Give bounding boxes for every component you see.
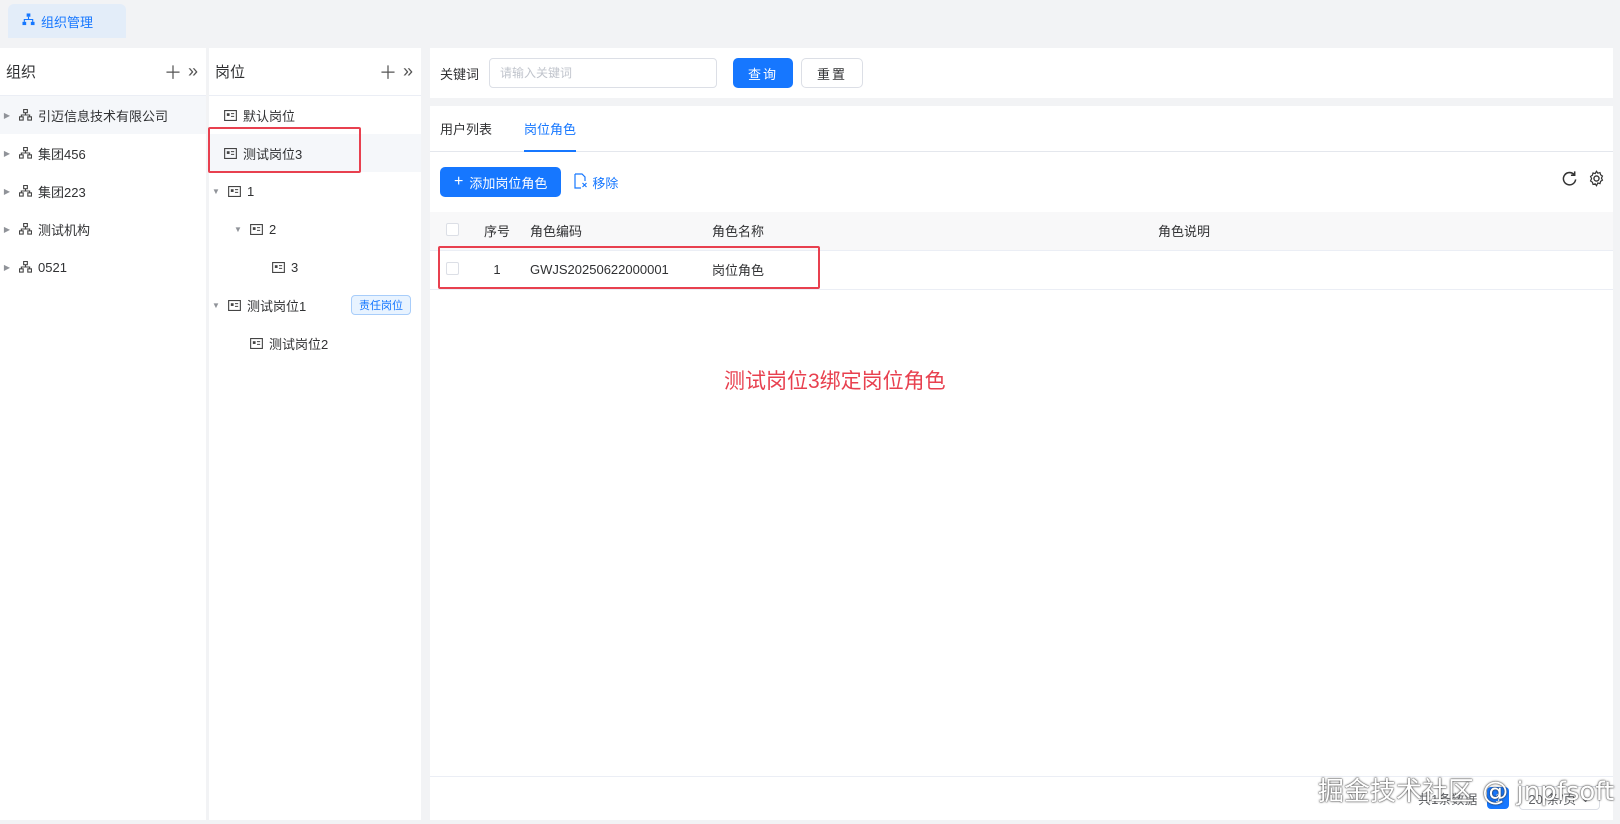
post-tree-node[interactable]: 3 xyxy=(209,248,421,286)
remove-button[interactable]: 移除 xyxy=(573,172,619,192)
cell-role-desc xyxy=(1158,250,1613,290)
col-header-name: 角色名称 xyxy=(712,212,1158,251)
org-tree-label: 测试机构 xyxy=(38,222,91,238)
org-tree-label: 0521 xyxy=(38,259,67,275)
add-org-icon[interactable]: ＋ xyxy=(164,59,182,85)
org-tree-node[interactable]: ▶ 0521 xyxy=(0,248,206,286)
org-tree-label: 集团223 xyxy=(38,184,86,200)
watermark-text: 掘金技术社区 @ jnpfsoft xyxy=(1318,777,1615,807)
post-tree-label: 3 xyxy=(291,259,299,275)
annotation-box-row xyxy=(438,246,820,289)
org-tree-node[interactable]: ▶ 引迈信息技术有限公司 xyxy=(0,96,206,134)
org-tree-node[interactable]: ▶ 测试机构 xyxy=(0,210,206,248)
plus-icon: + xyxy=(454,173,464,190)
post-panel-header: 岗位 ＋ » xyxy=(209,48,421,96)
post-tree-node[interactable]: ▼ 2 xyxy=(209,210,421,248)
caret-right-icon[interactable]: ▶ xyxy=(0,149,14,158)
search-bar: 关键词 查询 重置 xyxy=(430,48,1613,98)
settings-gear-icon[interactable] xyxy=(1588,170,1605,190)
id-card-icon xyxy=(271,260,285,274)
remove-doc-icon xyxy=(573,172,588,192)
col-header-desc: 角色说明 xyxy=(1158,212,1613,251)
post-tree-node[interactable]: ▼ 1 xyxy=(209,172,421,210)
org-chart-icon xyxy=(18,222,32,236)
post-tree-node[interactable]: ▼ 测试岗位1 责任岗位 xyxy=(209,286,421,324)
org-chart-icon xyxy=(22,13,35,29)
col-header-code: 角色编码 xyxy=(518,212,712,251)
responsibility-post-tag: 责任岗位 xyxy=(351,295,411,315)
id-card-icon xyxy=(249,336,263,350)
tab-bar: 用户列表 岗位角色 xyxy=(430,106,1613,152)
org-tree-label: 集团456 xyxy=(38,146,86,162)
expand-double-chevron-icon[interactable]: » xyxy=(188,61,198,82)
post-tree-label: 1 xyxy=(247,183,255,199)
expand-double-chevron-icon[interactable]: » xyxy=(403,61,413,82)
add-post-role-label: 添加岗位角色 xyxy=(469,175,548,191)
post-tree-label: 默认岗位 xyxy=(243,108,296,124)
post-panel-title: 岗位 xyxy=(215,64,246,81)
id-card-icon xyxy=(249,222,263,236)
keyword-input[interactable] xyxy=(489,58,718,88)
id-card-icon xyxy=(227,184,241,198)
caret-right-icon[interactable]: ▶ xyxy=(0,111,14,120)
id-card-icon xyxy=(227,298,241,312)
page-tab-label: 组织管理 xyxy=(41,14,94,30)
org-chart-icon xyxy=(18,146,32,160)
post-tree-node[interactable]: 测试岗位2 xyxy=(209,324,421,362)
org-panel-title: 组织 xyxy=(6,64,37,81)
post-tree-label: 测试岗位1 xyxy=(247,298,307,314)
query-button[interactable]: 查询 xyxy=(733,58,794,88)
caret-right-icon[interactable]: ▶ xyxy=(0,225,14,234)
caret-right-icon[interactable]: ▶ xyxy=(0,187,14,196)
top-tab-bar: 组织管理 xyxy=(0,0,1620,46)
org-panel: 组织 ＋ » ▶ 引迈信息技术有限公司 ▶ 集团456 ▶ 集团223 ▶ 测试… xyxy=(0,48,206,820)
select-all-checkbox[interactable] xyxy=(446,222,459,236)
org-chart-icon xyxy=(18,108,32,122)
org-tree-node[interactable]: ▶ 集团223 xyxy=(0,172,206,210)
caret-right-icon[interactable]: ▶ xyxy=(0,263,14,272)
keyword-label: 关键词 xyxy=(440,66,480,82)
org-chart-icon xyxy=(18,260,32,274)
main-content: 用户列表 岗位角色 + 添加岗位角色 移除 序号 角色编码 角色名称 角色说明 xyxy=(430,106,1613,820)
annotation-text: 测试岗位3绑定岗位角色 xyxy=(724,370,946,393)
reset-button[interactable]: 重置 xyxy=(801,58,864,88)
table-toolbar: + 添加岗位角色 移除 xyxy=(430,152,1613,212)
remove-label: 移除 xyxy=(592,175,619,191)
page-tab-org-management[interactable]: 组织管理 xyxy=(8,4,126,38)
caret-down-icon[interactable]: ▼ xyxy=(209,187,223,196)
id-card-icon xyxy=(223,108,237,122)
post-tree-label: 测试岗位2 xyxy=(269,336,329,352)
annotation-box-post xyxy=(208,127,361,173)
add-post-role-button[interactable]: + 添加岗位角色 xyxy=(440,167,562,197)
org-panel-header: 组织 ＋ » xyxy=(0,48,206,96)
post-tree-label: 2 xyxy=(269,221,277,237)
refresh-icon[interactable] xyxy=(1561,170,1578,190)
tab-user-list[interactable]: 用户列表 xyxy=(440,105,492,151)
add-post-icon[interactable]: ＋ xyxy=(379,59,397,85)
table-header-row: 序号 角色编码 角色名称 角色说明 xyxy=(430,212,1613,251)
org-chart-icon xyxy=(18,184,32,198)
col-header-index: 序号 xyxy=(476,212,518,251)
caret-down-icon[interactable]: ▼ xyxy=(209,301,223,310)
tab-post-roles[interactable]: 岗位角色 xyxy=(524,105,577,152)
caret-down-icon[interactable]: ▼ xyxy=(231,225,245,234)
org-tree-node[interactable]: ▶ 集团456 xyxy=(0,134,206,172)
org-tree-label: 引迈信息技术有限公司 xyxy=(38,108,169,124)
